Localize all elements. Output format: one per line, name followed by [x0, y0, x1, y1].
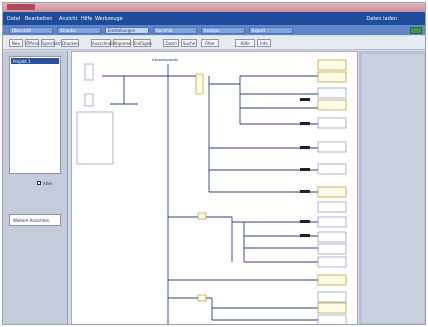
views-panel[interactable]: Weitere Ansichten	[9, 214, 61, 226]
toolbar-paste-button[interactable]: Einfügen	[133, 39, 152, 47]
menu-view[interactable]: Ansicht	[59, 16, 77, 22]
info-panel	[76, 111, 114, 165]
status-marker	[300, 146, 310, 149]
leaf-node[interactable]	[317, 186, 347, 198]
menu-bar: Datei Bearbeiten Ansicht Hilfe Werkzeuge…	[3, 12, 425, 25]
branch-1-node[interactable]	[195, 73, 204, 95]
app-logo	[7, 4, 35, 10]
tab-structure[interactable]: Struktur	[57, 27, 101, 34]
branch-3-node[interactable]	[197, 294, 207, 302]
legend-box-2	[84, 93, 94, 107]
menu-tools[interactable]: Werkzeuge	[95, 16, 123, 22]
leaf-node[interactable]	[317, 141, 347, 153]
all-checkbox[interactable]	[37, 181, 41, 185]
leaf-node[interactable]	[317, 201, 347, 213]
toolbar-print-button[interactable]: Drucken	[61, 39, 79, 47]
leaf-node[interactable]	[317, 59, 347, 71]
status-marker	[300, 98, 310, 101]
toolbar-copy-button[interactable]: Kopieren	[113, 39, 132, 47]
leaf-node[interactable]	[317, 274, 347, 286]
toolbar-search-button[interactable]: Suche	[181, 39, 197, 47]
tab-settings[interactable]: Einstellungen	[105, 27, 149, 34]
canvas-header: Gesamtprojekt	[152, 58, 178, 62]
title-bar	[3, 3, 425, 12]
right-panel-content	[362, 54, 424, 323]
toolbar-help-button[interactable]: Hilfe	[235, 39, 255, 47]
tree-canvas[interactable]: Gesamtprojekt	[71, 51, 358, 325]
toolbar: Neu Öffnen Speichern Drucken Ausschneide…	[3, 36, 425, 50]
leaf-node[interactable]	[317, 291, 347, 303]
status-indicator[interactable]	[410, 27, 422, 34]
org-tree-diagram: Gesamtprojekt	[76, 58, 347, 325]
menu-edit[interactable]: Bearbeiten	[25, 16, 52, 22]
tab-analysis[interactable]: Analyse	[201, 27, 245, 34]
all-checkbox-label: Alles	[43, 181, 53, 186]
toolbar-zoom-button[interactable]: Zoom	[163, 39, 179, 47]
leaf-node[interactable]	[317, 71, 347, 83]
toolbar-open-button[interactable]: Öffnen	[25, 39, 39, 47]
status-marker	[300, 168, 310, 171]
leaf-node[interactable]	[317, 216, 347, 228]
toolbar-cut-button[interactable]: Ausschneiden	[91, 39, 120, 47]
user-status: Daten laden	[366, 16, 397, 22]
leaf-node[interactable]	[317, 243, 347, 255]
application-window: Datei Bearbeiten Ansicht Hilfe Werkzeuge…	[2, 2, 426, 325]
branch-2-node[interactable]	[197, 212, 207, 220]
leaf-node[interactable]	[317, 117, 347, 129]
toolbar-new-button[interactable]: Neu	[9, 39, 23, 47]
sidebar: Projekt 1 Alles Weitere Ansichten	[3, 51, 68, 324]
legend-box-1	[84, 63, 94, 81]
toolbar-filter-button[interactable]: Filter	[201, 39, 219, 47]
leaf-node[interactable]	[317, 231, 347, 243]
toolbar-info-button[interactable]: Info	[257, 39, 271, 47]
leaf-node[interactable]	[317, 163, 347, 175]
status-marker	[300, 122, 310, 125]
tab-bar: Übersicht Struktur Einstellungen Bericht…	[3, 25, 425, 35]
toolbar-save-button[interactable]: Speichern	[41, 39, 62, 47]
menu-help[interactable]: Hilfe	[81, 16, 92, 22]
project-list-selected-item[interactable]: Projekt 1	[11, 58, 59, 64]
status-marker	[300, 190, 310, 193]
status-marker	[300, 234, 310, 237]
status-marker	[300, 220, 310, 223]
right-panel	[359, 51, 425, 324]
leaf-node[interactable]	[317, 99, 347, 111]
tab-reports[interactable]: Berichte	[153, 27, 197, 34]
menu-file[interactable]: Datei	[7, 16, 20, 22]
leaf-node[interactable]	[317, 302, 347, 314]
project-list[interactable]: Projekt 1	[9, 56, 61, 174]
tab-overview[interactable]: Übersicht	[9, 27, 53, 34]
leaf-node[interactable]	[317, 256, 347, 268]
tab-export[interactable]: Export	[249, 27, 293, 34]
leaf-node[interactable]	[317, 87, 347, 99]
leaf-node[interactable]	[317, 314, 347, 325]
